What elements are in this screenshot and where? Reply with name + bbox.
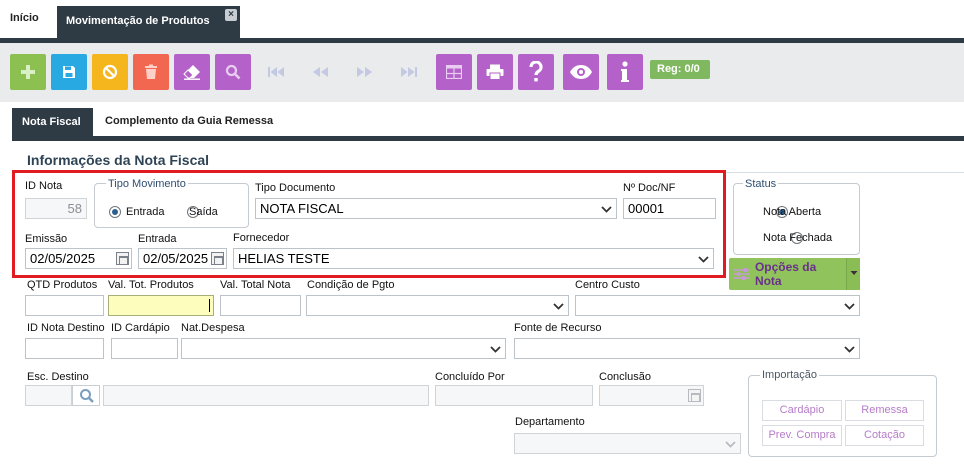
centro-custo-select[interactable] [575,295,860,316]
qtd-produtos-label: QTD Produtos [27,279,98,291]
cotacao-button[interactable]: Cotação [845,425,924,446]
fonte-recurso-label: Fonte de Recurso [514,322,602,334]
id-nota-destino-label: ID Nota Destino [27,322,105,334]
chevron-down-icon [844,303,855,310]
section-title: Informações da Nota Fiscal [27,152,210,168]
val-tot-produtos-field[interactable] [108,295,214,316]
tab-complemento-guia-remessa[interactable]: Complemento da Guia Remessa [105,115,273,127]
esc-destino-label: Esc. Destino [27,371,89,383]
preview-button[interactable] [563,54,599,90]
delete-button[interactable] [133,54,169,90]
search-button[interactable] [215,54,251,90]
grid-view-button[interactable] [436,54,472,90]
remessa-button[interactable]: Remessa [845,400,924,421]
cancel-button[interactable] [92,54,128,90]
next-record-button[interactable] [351,54,379,90]
first-record-button[interactable] [262,54,290,90]
caret-down-icon [850,271,858,275]
condicao-pgto-label: Condição de Pgto [307,279,395,291]
concluido-por-label: Concluído Por [435,371,505,383]
skip-forward-icon [401,67,417,77]
val-tot-produtos-label: Val. Tot. Produtos [108,279,194,291]
search-icon [225,64,241,80]
sliders-icon [733,268,750,280]
chevron-down-icon [844,346,855,353]
val-total-nota-field[interactable] [220,295,301,316]
plus-icon [21,65,35,79]
id-nota-destino-field[interactable] [25,338,104,359]
nat-despesa-label: Nat.Despesa [181,322,245,334]
text-cursor [209,299,210,312]
nat-despesa-select[interactable] [181,338,506,359]
record-counter-badge: Reg: 0/0 [650,60,710,79]
id-cardapio-field[interactable] [111,338,178,359]
opcoes-da-nota-label: Opções da Nota [754,260,817,288]
tab-inicio[interactable]: Início [10,12,39,24]
save-button[interactable] [51,54,87,90]
chevron-down-icon [553,303,564,310]
printer-icon [486,64,504,80]
skip-back-icon [268,67,284,77]
trash-icon [145,64,157,79]
condicao-pgto-select[interactable] [306,295,569,316]
chevron-down-icon [490,346,501,353]
conclusao-label: Conclusão [599,371,651,383]
esc-destino-name-field [103,385,429,406]
info-icon [621,61,629,82]
val-total-nota-label: Val. Total Nota [220,279,291,291]
opcoes-da-nota-dropdown[interactable] [846,258,860,290]
floppy-disk-icon [63,66,75,78]
info-button[interactable] [607,54,643,90]
print-button[interactable] [477,54,513,90]
concluido-por-field [435,385,593,406]
departamento-select [514,433,741,454]
cardapio-button[interactable]: Cardápio [762,400,842,421]
fonte-recurso-select[interactable] [514,338,860,359]
question-mark-icon [529,61,543,82]
eye-icon [570,65,592,79]
fast-forward-icon [357,67,372,77]
previous-record-button[interactable] [306,54,334,90]
highlight-annotation-box [12,170,726,278]
tab-close-icon[interactable]: × [225,9,237,21]
app-window: Início Movimentação de Produtos × Reg: 0… [0,0,964,471]
eraser-icon [183,65,200,80]
conclusao-date-field [599,385,704,406]
tab-movimentacao-produtos[interactable]: Movimentação de Produtos [57,6,240,38]
esc-destino-search-button[interactable] [72,385,100,406]
importacao-legend: Importação [760,369,820,381]
clear-button[interactable] [174,54,210,90]
centro-custo-label: Centro Custo [575,279,640,291]
add-button[interactable] [10,54,46,90]
qtd-produtos-field[interactable] [25,295,104,316]
nota-fechada-label[interactable]: Nota Fechada [763,232,832,244]
ban-icon [102,64,118,80]
tab-nota-fiscal[interactable]: Nota Fiscal [12,108,93,136]
prev-compra-button[interactable]: Prev. Compra [762,425,842,446]
status-legend: Status [743,178,779,190]
opcoes-da-nota-button[interactable]: Opções da Nota [729,258,846,290]
help-button[interactable] [518,54,554,90]
table-icon [446,65,462,79]
calendar-icon [688,389,701,402]
rewind-icon [313,67,328,77]
nota-aberta-label[interactable]: Nota Aberta [763,206,821,218]
status-group [733,183,860,255]
id-cardapio-label: ID Cardápio [111,322,170,334]
departamento-label: Departamento [515,416,585,428]
subtab-underline [12,136,964,141]
chevron-down-icon [725,441,736,448]
search-icon [80,389,94,403]
esc-destino-id-field[interactable] [25,385,72,406]
last-record-button[interactable] [395,54,423,90]
